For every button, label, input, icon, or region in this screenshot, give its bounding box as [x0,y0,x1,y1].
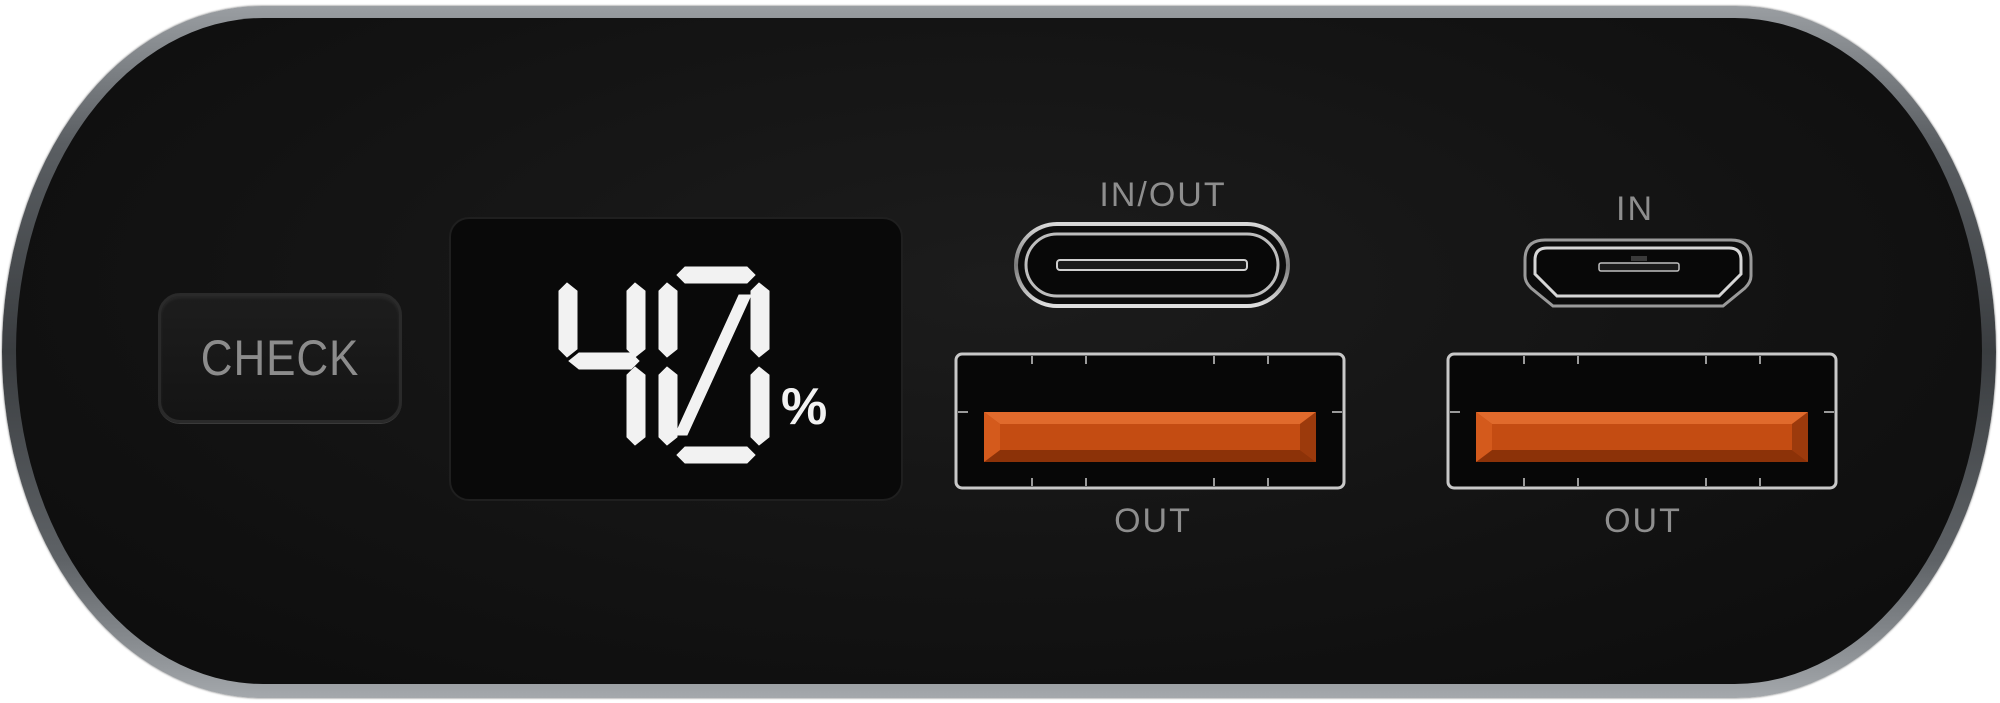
percent-label: % [781,378,827,436]
battery-level-value: 40 [451,219,453,220]
micro-usb-port-label: IN [1616,190,1654,228]
micro-usb-port[interactable] [1521,236,1755,310]
usb-a-port-right[interactable] [1446,352,1838,490]
percent-sign: % [781,378,827,436]
check-button[interactable]: CHECK [158,293,402,423]
digit-4 [558,282,646,446]
digit-0 [658,266,770,464]
usb-c-port[interactable] [1014,222,1290,308]
usb-a-port-left[interactable] [954,352,1346,490]
usb-a-right-label: OUT [1604,502,1682,540]
check-button-label: CHECK [200,330,360,386]
battery-display: % 40 [449,217,903,501]
battery-digits: % 40 [451,219,827,464]
usb-a-left-label: OUT [1114,502,1192,540]
usb-c-port-label: IN/OUT [1099,176,1227,214]
